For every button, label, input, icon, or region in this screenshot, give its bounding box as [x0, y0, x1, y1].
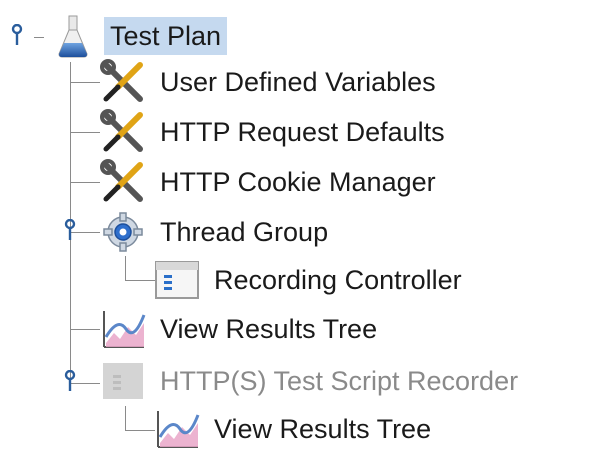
wrench-screwdriver-icon	[100, 109, 146, 155]
node-label: User Defined Variables	[160, 67, 436, 97]
tree-connector	[70, 329, 100, 330]
tree-connector	[70, 182, 100, 183]
tree-connector	[125, 406, 126, 430]
node-label: Recording Controller	[214, 265, 462, 295]
graph-icon	[154, 406, 200, 452]
collapse-toggle-recorder[interactable]	[64, 370, 76, 392]
tree-connector	[70, 132, 100, 133]
tree-node-user-defined-variables[interactable]: User Defined Variables	[100, 59, 442, 105]
tree-connector	[125, 280, 155, 281]
tree-connector	[125, 430, 155, 431]
flask-icon	[50, 13, 96, 59]
tree-connector	[70, 82, 100, 83]
tree-node-test-plan[interactable]: Test Plan	[50, 13, 228, 59]
test-plan-tree: Test Plan User Defined Variables HTTP Re…	[0, 0, 593, 448]
gear-icon	[100, 209, 146, 255]
collapse-toggle-thread-group[interactable]	[64, 219, 76, 241]
tree-node-http-cookie-manager[interactable]: HTTP Cookie Manager	[100, 159, 442, 205]
controller-icon	[154, 257, 200, 303]
wrench-screwdriver-icon	[100, 159, 146, 205]
tree-node-view-results-tree-recorder[interactable]: View Results Tree	[154, 406, 437, 452]
node-label: View Results Tree	[160, 314, 378, 344]
node-label: HTTP Request Defaults	[160, 117, 445, 147]
node-label: Test Plan	[104, 17, 228, 55]
tree-node-view-results-tree[interactable]: View Results Tree	[100, 306, 383, 352]
graph-icon	[100, 306, 146, 352]
node-label: HTTP Cookie Manager	[160, 167, 436, 197]
tree-node-https-test-script-recorder[interactable]: HTTP(S) Test Script Recorder	[100, 358, 524, 404]
collapse-toggle-test-plan[interactable]	[11, 24, 23, 46]
tree-node-thread-group[interactable]: Thread Group	[100, 209, 334, 255]
tree-connector	[34, 37, 44, 38]
node-label: Thread Group	[160, 217, 329, 247]
recorder-icon	[100, 358, 146, 404]
tree-node-http-request-defaults[interactable]: HTTP Request Defaults	[100, 109, 451, 155]
node-label: HTTP(S) Test Script Recorder	[160, 366, 519, 396]
tree-connector	[125, 256, 126, 280]
node-label: View Results Tree	[214, 414, 432, 444]
tree-node-recording-controller[interactable]: Recording Controller	[154, 257, 468, 303]
wrench-screwdriver-icon	[100, 59, 146, 105]
